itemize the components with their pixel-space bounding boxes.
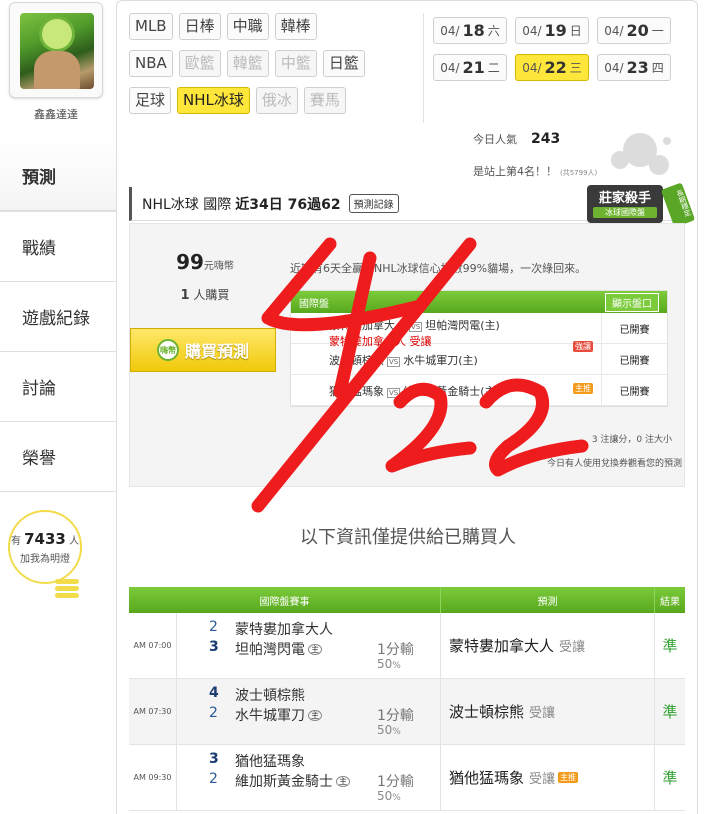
result-status: 準 <box>662 703 678 721</box>
sport-cpbl[interactable]: 中職 <box>226 13 269 40</box>
show-odds-button[interactable]: 顯示盤口 <box>605 292 659 312</box>
promo-text: 近期有6天全贏，NHL冰球信心指數99%貓場，一次綠回來。 <box>290 262 587 275</box>
preview-table-title: 國際盤 <box>299 298 329 310</box>
sport-korea-basketball: 韓籃 <box>226 50 269 77</box>
main-panel: MLB 日棒 中職 韓棒 NBA 歐籃 韓籃 中籃 日籃 足球 NHL冰球 俄冰… <box>116 0 698 814</box>
nav-item-predict[interactable]: 預測 <box>0 140 116 212</box>
sport-horse-racing: 賽馬 <box>303 87 346 114</box>
lightbulb-icon[interactable]: 有 7433 人 加我為明燈 <box>8 510 82 584</box>
splash-decoration-icon <box>603 129 675 189</box>
nav-item-discussion[interactable]: 討論 <box>0 352 116 422</box>
fans-prefix: 有 <box>10 536 21 547</box>
date-0422[interactable]: 04/22 三 <box>515 54 589 81</box>
purchase-box: 99元嗨幣 1 人購買 嗨幣 購買預測 近期有6天全贏，NHL冰球信心指數99%… <box>129 223 685 487</box>
rank-total: (共5799人) <box>560 169 598 177</box>
sport-nba[interactable]: NBA <box>129 50 173 77</box>
divider <box>423 13 424 123</box>
header-result: 結果 <box>660 596 680 608</box>
sport-selector: MLB 日棒 中職 韓棒 NBA 歐籃 韓籃 中籃 日籃 足球 NHL冰球 俄冰… <box>129 13 429 124</box>
home-icon: 主 <box>336 776 350 787</box>
fans-label: 加我為明燈 <box>20 554 70 565</box>
sport-khl: 俄冰 <box>255 87 298 114</box>
sidebar: 鑫鑫達達 預測 戰績 遊戲紀錄 討論 榮譽 有 7433 人 加我為明燈 <box>0 0 116 814</box>
sport-china-basketball: 中籃 <box>274 50 317 77</box>
main-pick-tag: 主推 <box>573 383 593 394</box>
result-table: 國際盤賽事 預測 結果 AM 07:00 2 蒙特婁加拿大人 3 坦帕灣閃電主 1分… <box>129 587 685 811</box>
sport-euro-basketball: 歐籃 <box>178 50 221 77</box>
price: 99元嗨幣 <box>176 250 234 274</box>
main-pick-tag: 主推 <box>558 772 579 783</box>
preview-row: 波士頓棕熊 VS 水牛城軍刀(主) 已開賽 <box>291 344 667 375</box>
home-icon: 主 <box>308 710 322 721</box>
exchange-notice: 今日有人使用兌換券觀看您的預測 <box>546 459 682 469</box>
date-0421[interactable]: 04/21 二 <box>433 54 507 81</box>
badge-ribbon: 長期穩定 <box>660 182 696 228</box>
vs-icon: VS <box>387 357 401 367</box>
nav-item-game-log[interactable]: 遊戲紀錄 <box>0 282 116 352</box>
side-nav: 預測 戰績 遊戲紀錄 討論 榮譽 <box>0 140 116 492</box>
preview-table: 國際盤 顯示盤口 蒙特婁加拿大人 VS 坦帕灣閃電(主) 蒙特婁加拿大人 受讓 強讓… <box>290 290 668 407</box>
banner-record: 近34日 76過62 <box>235 196 341 213</box>
header-pick: 預測 <box>441 587 655 613</box>
table-row: AM 07:00 2 蒙特婁加拿大人 3 坦帕灣閃電主 1分輸 50% 蒙特婁加拿大… <box>129 613 685 679</box>
sport-soccer[interactable]: 足球 <box>129 87 172 114</box>
banner-league: NHL冰球 國際 <box>142 196 232 213</box>
date-0423[interactable]: 04/23 四 <box>597 54 671 81</box>
badge-subtitle: 冰球國際盤 <box>593 207 657 218</box>
vs-icon: VS <box>387 388 401 398</box>
nav-item-honor[interactable]: 榮譽 <box>0 422 116 492</box>
badge-title: 莊家殺手 <box>598 191 651 206</box>
preview-row: 蒙特婁加拿大人 VS 坦帕灣閃電(主) 蒙特婁加拿大人 受讓 強讓 已開賽 <box>291 313 667 352</box>
sport-mlb[interactable]: MLB <box>129 13 173 40</box>
avatar-image <box>20 13 94 89</box>
popularity: 今日人氣 243 <box>473 131 561 147</box>
username: 鑫鑫達達 <box>34 108 78 121</box>
table-row: AM 07:30 4 波士頓棕熊 2 水牛城軍刀主 1分輸 50% 波士頓棕熊 受讓 … <box>129 679 685 745</box>
coin-icon: 嗨幣 <box>156 339 179 361</box>
sport-nhl[interactable]: NHL冰球 <box>177 87 250 114</box>
table-row: AM 09:30 3 猶他猛瑪象 2 維加斯黃金騎士主 1分輸 50% 猶他猛瑪象受… <box>129 745 685 811</box>
result-status: 準 <box>662 769 678 787</box>
header-match: 國際盤賽事 <box>129 587 441 613</box>
sport-kbo[interactable]: 韓棒 <box>274 13 317 40</box>
date-0420[interactable]: 04/20 一 <box>597 17 671 44</box>
popularity-value: 243 <box>531 131 561 147</box>
avatar[interactable] <box>9 2 103 98</box>
preview-row: 猶他猛瑪象 VS 維加斯黃金騎士(主) 主推 已開賽 <box>291 375 667 406</box>
home-icon: 主 <box>308 644 322 655</box>
fans-count: 7433 <box>24 530 66 548</box>
nav-item-record[interactable]: 戰績 <box>0 212 116 282</box>
sport-japan-basketball[interactable]: 日籃 <box>322 50 365 77</box>
vs-icon: VS <box>409 322 423 332</box>
date-0419[interactable]: 04/19 日 <box>515 17 589 44</box>
date-0418[interactable]: 04/18 六 <box>433 17 507 44</box>
sport-npb[interactable]: 日棒 <box>178 13 221 40</box>
pick-summary: 3 注讓分，0 注大小 <box>591 435 672 445</box>
record-button[interactable]: 預測記錄 <box>348 194 399 213</box>
rank: 是站上第4名！！ (共5799人) <box>473 165 598 178</box>
buyers-only-notice: 以下資訊僅提供給已購買人 <box>300 527 516 548</box>
fans-suffix: 人 <box>69 536 80 547</box>
buy-prediction-button[interactable]: 嗨幣 購買預測 <box>130 328 276 372</box>
lightbulb-base-icon <box>55 577 79 607</box>
buyer-count: 1 人購買 <box>180 288 230 303</box>
result-status: 準 <box>662 637 678 655</box>
date-selector: 04/18 六 04/19 日 04/20 一 04/21 二 04/22 三 04/23… <box>433 17 673 91</box>
